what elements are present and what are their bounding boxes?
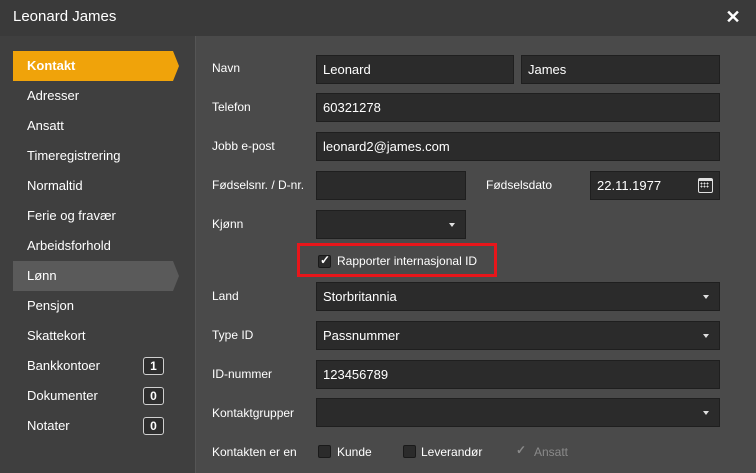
close-icon[interactable]: ✕ <box>723 7 743 27</box>
sidebar-item-timeregistrering[interactable]: Timeregistrering <box>13 141 173 171</box>
sidebar-item-label: Arbeidsforhold <box>27 238 111 253</box>
kunde-checkbox[interactable] <box>318 445 331 458</box>
sidebar-item-notater[interactable]: Notater 0 <box>13 411 173 441</box>
count-badge: 0 <box>143 387 164 405</box>
kontaktgrupper-label: Kontaktgrupper <box>212 406 295 420</box>
sidebar-item-arbeidsforhold[interactable]: Arbeidsforhold <box>13 231 173 261</box>
sidebar: Kontakt Adresser Ansatt Timeregistrering… <box>0 36 195 473</box>
leverandor-label: Leverandør <box>421 445 483 459</box>
sidebar-item-bankkontoer[interactable]: Bankkontoer 1 <box>13 351 173 381</box>
phone-field[interactable]: 60321278 <box>316 93 720 122</box>
sidebar-item-ansatt[interactable]: Ansatt <box>13 111 173 141</box>
chevron-down-icon <box>449 223 455 227</box>
land-label: Land <box>212 289 239 303</box>
checkmark-icon: ✓ <box>320 253 331 267</box>
sidebar-item-label: Bankkontoer <box>27 358 100 373</box>
chevron-down-icon <box>703 334 709 338</box>
calendar-icon[interactable] <box>698 178 713 193</box>
sidebar-item-label: Adresser <box>27 88 80 103</box>
gender-dropdown[interactable] <box>316 210 466 239</box>
kjonn-label: Kjønn <box>212 217 244 231</box>
sidebar-item-label: Ansatt <box>27 118 64 133</box>
telefon-label: Telefon <box>212 100 251 114</box>
count-badge: 1 <box>143 357 164 375</box>
sidebar-item-label: Pensjon <box>27 298 74 313</box>
fodselsnr-field[interactable] <box>316 171 466 200</box>
sidebar-item-dokumenter[interactable]: Dokumenter 0 <box>13 381 173 411</box>
sidebar-item-label: Normaltid <box>27 178 83 193</box>
sidebar-item-pensjon[interactable]: Pensjon <box>13 291 173 321</box>
sidebar-item-adresser[interactable]: Adresser <box>13 81 173 111</box>
rapporter-label: Rapporter internasjonal ID <box>337 254 478 268</box>
idnummer-label: ID-nummer <box>212 367 273 381</box>
fodselsnr-label: Fødselsnr. / D-nr. <box>212 178 305 192</box>
leverandor-checkbox[interactable] <box>403 445 416 458</box>
chevron-down-icon <box>703 411 709 415</box>
sidebar-item-label: Kontakt <box>27 58 76 73</box>
dialog-title: Leonard James <box>13 8 117 25</box>
sidebar-item-kontakt[interactable]: Kontakt <box>13 51 179 81</box>
sidebar-item-label: Skattekort <box>27 328 86 343</box>
id-number-field[interactable]: 123456789 <box>316 360 720 389</box>
last-name-field[interactable]: James <box>521 55 720 84</box>
sidebar-item-label: Notater <box>27 418 70 433</box>
id-type-dropdown[interactable]: Passnummer <box>316 321 720 350</box>
rapporter-checkbox[interactable]: ✓ <box>318 253 331 268</box>
sidebar-item-lonn[interactable]: Lønn <box>13 261 179 291</box>
ansatt-checkbox: ✓ <box>514 443 527 458</box>
sidebar-item-label: Lønn <box>27 268 57 283</box>
checkmark-icon: ✓ <box>516 443 527 457</box>
typeid-label: Type ID <box>212 328 254 342</box>
sidebar-item-label: Timeregistrering <box>27 148 121 163</box>
sidebar-item-label: Dokumenter <box>27 388 98 403</box>
sidebar-item-skattekort[interactable]: Skattekort <box>13 321 173 351</box>
sidebar-item-ferie[interactable]: Ferie og fravær <box>13 201 173 231</box>
birthdate-field[interactable]: 22.11.1977 <box>590 171 720 200</box>
first-name-field[interactable]: Leonard <box>316 55 514 84</box>
fodselsdato-label: Fødselsdato <box>486 178 553 192</box>
birthdate-value: 22.11.1977 <box>597 178 662 193</box>
navn-label: Navn <box>212 61 241 75</box>
dialog: Leonard James ✕ Kontakt Adresser Ansatt … <box>0 0 756 473</box>
kontakttype-label: Kontakten er en <box>212 445 297 459</box>
kunde-label: Kunde <box>337 445 372 459</box>
id-type-value: Passnummer <box>323 328 400 343</box>
sidebar-item-normaltid[interactable]: Normaltid <box>13 171 173 201</box>
chevron-down-icon <box>703 295 709 299</box>
contact-groups-dropdown[interactable] <box>316 398 720 427</box>
country-value: Storbritannia <box>323 289 397 304</box>
count-badge: 0 <box>143 417 164 435</box>
ansatt-label: Ansatt <box>534 445 569 459</box>
email-field[interactable]: leonard2@james.com <box>316 132 720 161</box>
country-dropdown[interactable]: Storbritannia <box>316 282 720 311</box>
epost-label: Jobb e-post <box>212 139 275 153</box>
title-bar: Leonard James ✕ <box>0 0 756 36</box>
sidebar-item-label: Ferie og fravær <box>27 208 116 223</box>
